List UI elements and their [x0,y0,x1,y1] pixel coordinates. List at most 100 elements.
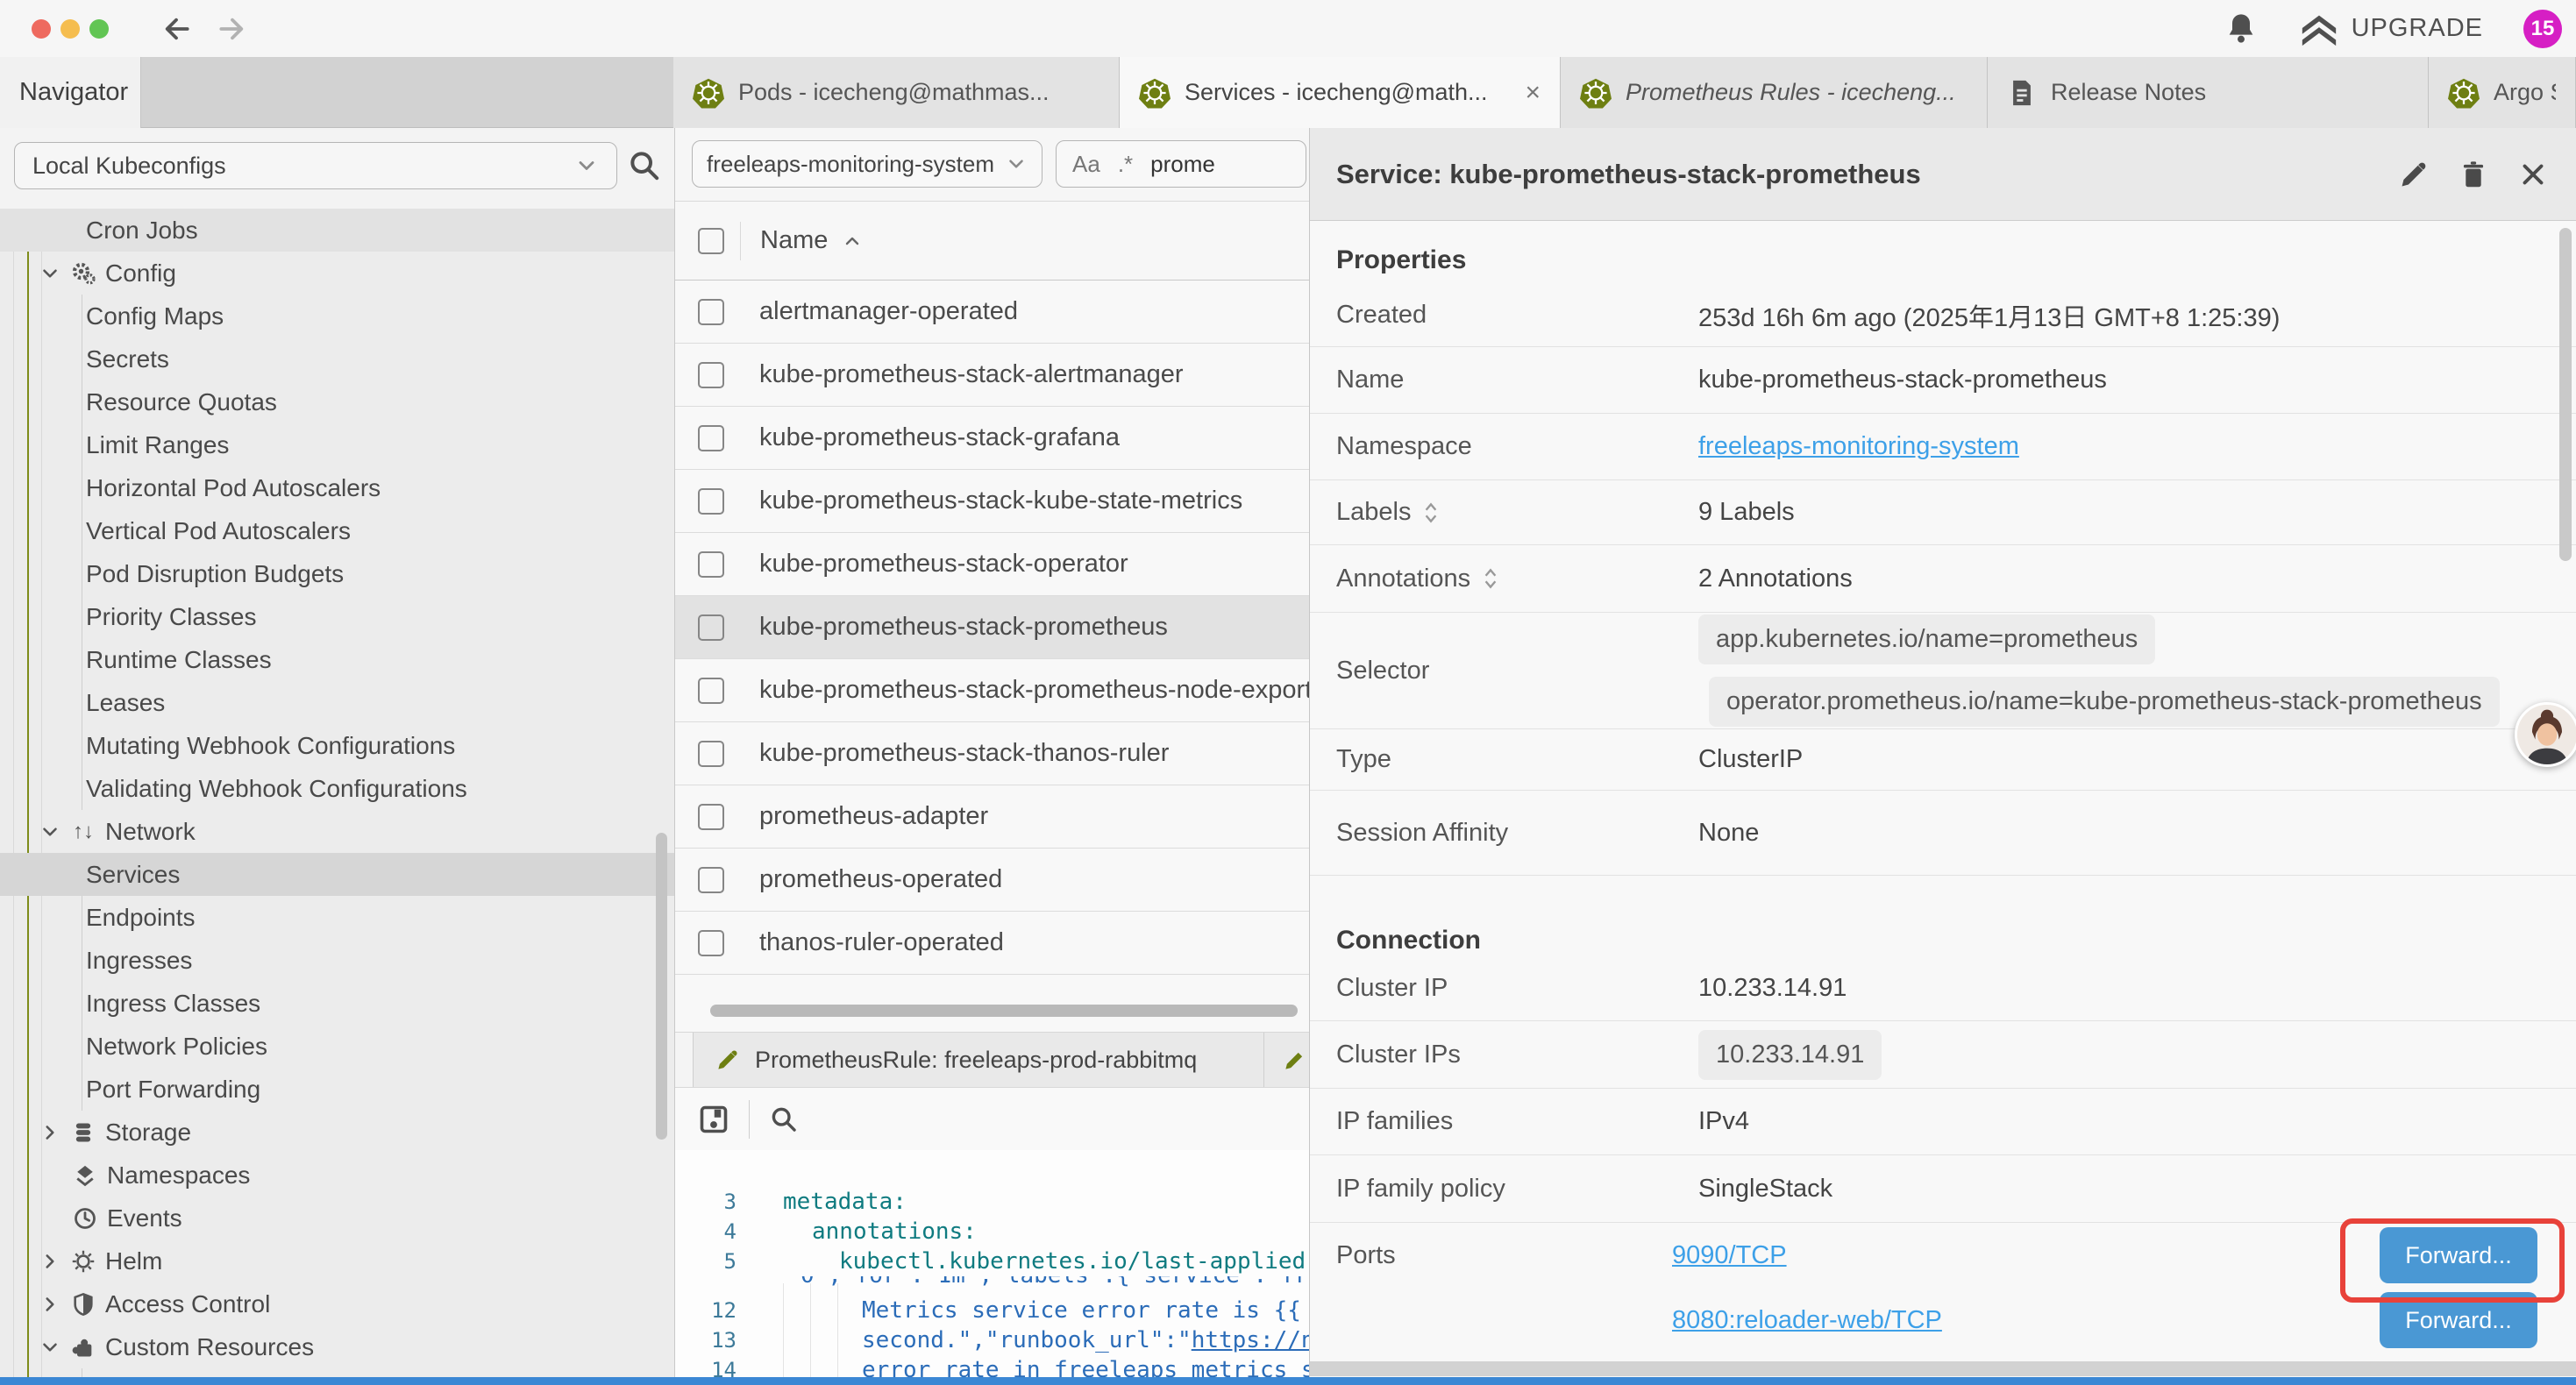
back-icon[interactable] [160,12,193,46]
row-checkbox[interactable] [698,930,724,956]
row-checkbox[interactable] [698,299,724,325]
row-checkbox[interactable] [698,741,724,767]
sidebar-item-port-forwarding[interactable]: Port Forwarding [0,1068,674,1111]
row-value: None [1698,819,1759,848]
close-tab-icon[interactable]: × [1516,78,1541,108]
sidebar-scrollbar[interactable] [656,833,667,1140]
row-checkbox[interactable] [698,551,724,578]
sidebar-item-network-policies[interactable]: Network Policies [0,1025,674,1068]
editor-toolbar [675,1088,1309,1150]
close-icon[interactable] [2516,158,2550,191]
sidebar-item-leases[interactable]: Leases [0,681,674,724]
edit-icon[interactable] [2397,158,2430,191]
table-row[interactable]: kube-prometheus-stack-prometheus-node-ex… [675,659,1309,722]
sidebar-item-custom-resources[interactable]: Custom Resources [0,1325,674,1368]
table-row[interactable]: kube-prometheus-stack-kube-state-metrics [675,470,1309,533]
sidebar-item-ingress-classes[interactable]: Ingress Classes [0,982,674,1025]
sidebar-item-vertical-pod-autoscalers[interactable]: Vertical Pod Autoscalers [0,509,674,552]
sidebar-item-namespaces[interactable]: Namespaces [0,1154,674,1197]
notification-count-badge[interactable]: 15 [2523,10,2562,48]
sidebar-item-cron-jobs[interactable]: Cron Jobs [0,209,674,252]
code-url-link[interactable]: https://netdata [1192,1327,1309,1353]
tab-release-notes[interactable]: Release Notes [1988,57,2429,128]
maximize-window-button[interactable] [89,19,109,39]
select-all-checkbox[interactable] [698,228,724,254]
row-checkbox[interactable] [698,362,724,388]
row-checkbox[interactable] [698,867,724,893]
editor-tab-prometheusrule[interactable]: PrometheusRule: freeleaps-prod-rabbitmq [693,1033,1264,1087]
sidebar-item-mutating-webhook-configurations[interactable]: Mutating Webhook Configurations [0,724,674,767]
save-icon[interactable] [698,1104,729,1135]
sidebar-item-priority-classes[interactable]: Priority Classes [0,595,674,638]
sidebar-item-config-maps[interactable]: Config Maps [0,295,674,337]
row-label: Annotations [1336,565,1470,593]
row-value: 10.233.14.91 [1698,974,1847,1003]
table-row[interactable]: prometheus-adapter [675,785,1309,849]
name-column-header[interactable]: Name [760,226,863,255]
namespace-select[interactable]: freeleaps-monitoring-system [692,140,1042,188]
sidebar-item-pod-disruption-budgets[interactable]: Pod Disruption Budgets [0,552,674,595]
sidebar-item-network[interactable]: ↑↓ Network [0,810,674,853]
sidebar-item-limit-ranges[interactable]: Limit Ranges [0,423,674,466]
sidebar-search-button[interactable] [624,146,665,186]
row-value[interactable]: 2 Annotations [1698,565,1853,593]
tab-argo[interactable]: Argo Se [2429,57,2576,128]
namespace-link[interactable]: freeleaps-monitoring-system [1698,432,2019,461]
horizontal-scrollbar[interactable] [710,1005,1298,1017]
sidebar-item-runtime-classes[interactable]: Runtime Classes [0,638,674,681]
kubernetes-icon [1139,77,1171,109]
selector-badge: operator.prometheus.io/name=kube-prometh… [1709,677,2500,727]
assistant-avatar[interactable] [2515,702,2576,767]
forward-icon[interactable] [216,12,249,46]
sidebar-item-endpoints[interactable]: Endpoints [0,896,674,939]
sidebar-item-horizontal-pod-autoscalers[interactable]: Horizontal Pod Autoscalers [0,466,674,509]
sidebar-item-helm[interactable]: Helm [0,1239,674,1282]
sidebar-item-access-control[interactable]: Access Control [0,1282,674,1325]
sidebar-item-validating-webhook-configurations[interactable]: Validating Webhook Configurations [0,767,674,810]
table-row-selected[interactable]: kube-prometheus-stack-prometheus [675,596,1309,659]
editor-tab-partial[interactable] [1264,1033,1309,1087]
trash-icon[interactable] [2457,158,2490,191]
sidebar-item-ingresses[interactable]: Ingresses [0,939,674,982]
regex-toggle[interactable]: .* [1118,151,1133,178]
close-window-button[interactable] [32,19,51,39]
navigator-panel-tab[interactable]: Navigator [0,57,141,128]
row-checkbox[interactable] [698,678,724,704]
minimize-window-button[interactable] [60,19,80,39]
sidebar-item-storage[interactable]: Storage [0,1111,674,1154]
table-row[interactable]: kube-prometheus-stack-grafana [675,407,1309,470]
table-row[interactable]: alertmanager-operated [675,281,1309,344]
table-row[interactable]: kube-prometheus-stack-alertmanager [675,344,1309,407]
expander-icon[interactable] [1483,566,1498,591]
kubeconfig-select[interactable]: Local Kubeconfigs [14,142,617,189]
port-link[interactable]: 9090/TCP [1672,1241,1787,1270]
upgrade-button[interactable]: UPGRADE [2299,9,2483,49]
search-input[interactable]: Aa .* prome [1056,140,1306,188]
sidebar-item-resource-quotas[interactable]: Resource Quotas [0,380,674,423]
port-link[interactable]: 8080:reloader-web/TCP [1672,1306,1942,1335]
match-case-toggle[interactable]: Aa [1072,151,1100,178]
yaml-editor[interactable]: 3metadata: 4annotations: 5kubectl.kubern… [675,1150,1309,1385]
detail-scrollbar[interactable] [2559,228,2572,561]
detail-row-session-affinity: Session Affinity None [1310,791,2576,876]
sidebar-item-services[interactable]: Services [0,853,674,896]
row-checkbox[interactable] [698,614,724,641]
row-value[interactable]: 9 Labels [1698,498,1795,527]
sidebar-item-secrets[interactable]: Secrets [0,337,674,380]
bell-icon[interactable] [2224,11,2259,46]
detail-horizontal-scrollbar[interactable] [1310,1361,2576,1376]
tab-prometheus-rules[interactable]: Prometheus Rules - icecheng... [1561,57,1988,128]
row-checkbox[interactable] [698,804,724,830]
search-icon[interactable] [769,1104,799,1134]
table-row[interactable]: prometheus-operated [675,849,1309,912]
tab-pods[interactable]: Pods - icecheng@mathmas... [673,57,1120,128]
row-checkbox[interactable] [698,425,724,451]
row-checkbox[interactable] [698,488,724,515]
tab-services[interactable]: Services - icecheng@math... × [1120,57,1561,128]
sidebar-item-events[interactable]: Events [0,1197,674,1239]
sidebar-item-config[interactable]: Config [0,252,674,295]
table-row[interactable]: kube-prometheus-stack-operator [675,533,1309,596]
table-row[interactable]: thanos-ruler-operated [675,912,1309,975]
expander-icon[interactable] [1423,501,1439,525]
table-row[interactable]: kube-prometheus-stack-thanos-ruler [675,722,1309,785]
